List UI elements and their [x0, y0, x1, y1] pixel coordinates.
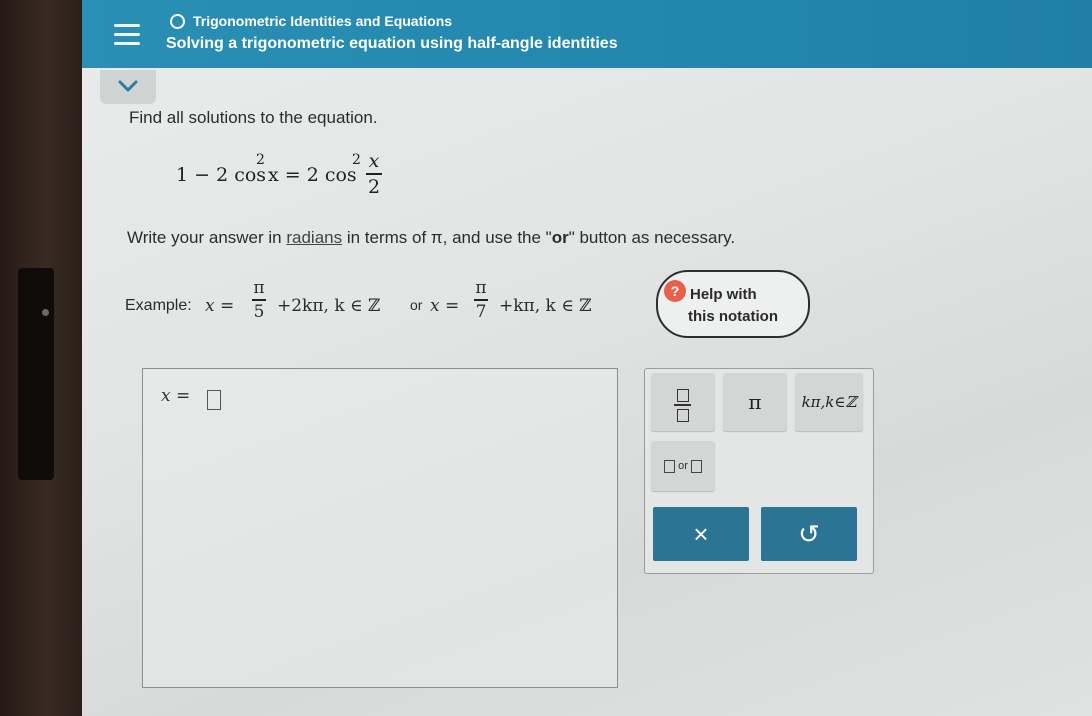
- topic-title: Trigonometric Identities and Equations: [193, 13, 453, 29]
- bezel-strip: [18, 268, 54, 480]
- example-x1: x =: [205, 296, 235, 316]
- example-rest1: +2kπ, k ∈ ℤ: [277, 296, 381, 316]
- example-num2: π: [475, 278, 487, 298]
- equation-sup1: 2: [256, 152, 265, 168]
- or-key-label: or: [678, 460, 688, 472]
- example-frac-1: π 5: [252, 278, 266, 322]
- header: Trigonometric Identities and Equations S…: [82, 0, 1092, 68]
- help-notation-button[interactable]: ? Help with this notation: [656, 270, 810, 338]
- lightbulb-icon: ?: [664, 280, 686, 302]
- instruction-or: or: [551, 228, 569, 247]
- equation-mid: x = 2 cos: [268, 164, 357, 186]
- help-line-2: this notation: [688, 308, 778, 325]
- or-key[interactable]: or: [651, 441, 715, 491]
- instructions: Write your answer in radians in terms of…: [127, 228, 735, 248]
- instruction-text-1: Write your answer in: [127, 228, 287, 247]
- radians-link[interactable]: radians: [286, 228, 342, 247]
- equation-frac-num: x: [368, 150, 380, 172]
- bezel-dot: [42, 309, 49, 316]
- k-pi-integer-key[interactable]: kπ,k∈ℤ: [795, 373, 863, 431]
- fraction-denominator-box-icon: [677, 409, 689, 422]
- equation-fraction: x 2: [366, 150, 382, 198]
- example-or: or: [410, 297, 423, 313]
- example-den2: 7: [475, 301, 487, 322]
- example-x2: x =: [430, 296, 460, 316]
- answer-input-area[interactable]: x =: [142, 368, 618, 688]
- example-frac-2: π 7: [474, 278, 488, 322]
- topic-row: Trigonometric Identities and Equations: [170, 13, 452, 29]
- clear-button[interactable]: ×: [653, 507, 749, 561]
- fraction-key[interactable]: [651, 373, 715, 431]
- undo-button[interactable]: ↺: [761, 507, 857, 561]
- keypad: π kπ,k∈ℤ or × ↺: [644, 368, 874, 574]
- example-den1: 5: [253, 301, 265, 322]
- collapse-button[interactable]: [100, 70, 156, 104]
- pi-key[interactable]: π: [723, 373, 787, 431]
- instruction-text-3: " button as necessary.: [568, 228, 736, 247]
- fraction-numerator-box-icon: [677, 389, 689, 402]
- lesson-subtitle: Solving a trigonometric equation using h…: [166, 35, 618, 52]
- or-left-box-icon: [664, 459, 676, 473]
- equation-frac-den: 2: [367, 175, 381, 198]
- answer-prefix: x =: [161, 386, 191, 406]
- menu-icon[interactable]: [114, 24, 140, 46]
- help-line-1: Help with: [690, 286, 757, 303]
- equation-lhs: 1 − 2 cos: [176, 164, 267, 186]
- equation-sup2: 2: [352, 152, 361, 168]
- or-right-box-icon: [690, 459, 702, 473]
- instruction-text-2: in terms of π, and use the ": [342, 228, 552, 247]
- device-bezel: [0, 0, 82, 716]
- answer-slot[interactable]: [207, 390, 221, 410]
- problem-prompt: Find all solutions to the equation.: [129, 108, 378, 127]
- topic-ring-icon: [170, 13, 185, 29]
- screen: Trigonometric Identities and Equations S…: [82, 0, 1092, 716]
- example-rest2: +kπ, k ∈ ℤ: [499, 296, 592, 316]
- example: Example: x = π 5 +2kπ, k ∈ ℤ or x = π 7 …: [125, 278, 685, 338]
- chevron-down-icon: [118, 80, 138, 92]
- example-num1: π: [253, 278, 265, 298]
- example-label: Example:: [125, 297, 192, 314]
- fraction-bar-icon: [674, 404, 691, 406]
